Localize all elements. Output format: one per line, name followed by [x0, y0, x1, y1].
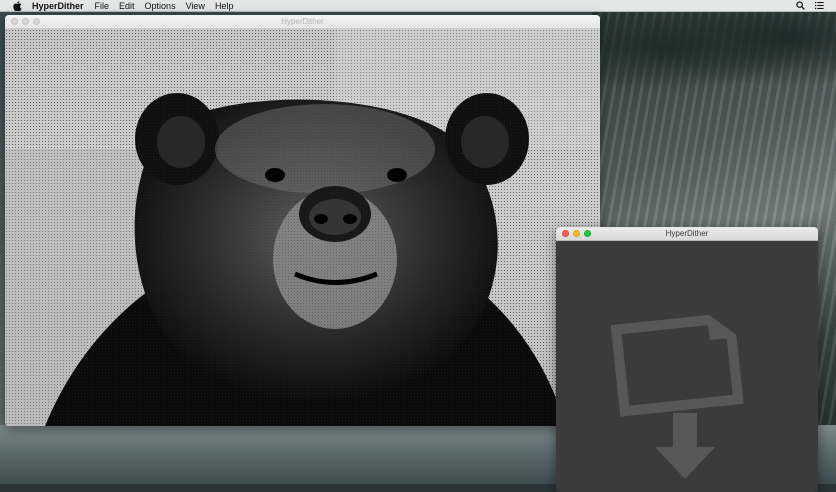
window-controls: [562, 230, 591, 237]
window-controls: [11, 18, 40, 25]
dither-texture: [5, 29, 600, 426]
list-icon[interactable]: [815, 1, 824, 10]
app-name-menu[interactable]: HyperDither: [32, 1, 84, 11]
close-button[interactable]: [562, 230, 569, 237]
drop-file-icon: [611, 314, 744, 478]
menu-help[interactable]: Help: [215, 1, 234, 11]
menubar-extras: [796, 1, 824, 10]
main-window-titlebar[interactable]: HyperDither: [5, 15, 600, 29]
main-window: HyperDither: [5, 15, 600, 426]
drop-zone[interactable]: [556, 241, 818, 492]
menu-edit[interactable]: Edit: [119, 1, 135, 11]
search-icon[interactable]: [796, 1, 805, 10]
menu-bar: HyperDither File Edit Options View Help: [0, 0, 836, 12]
maximize-button[interactable]: [584, 230, 591, 237]
menu-options[interactable]: Options: [145, 1, 176, 11]
maximize-button[interactable]: [33, 18, 40, 25]
drop-window-title: HyperDither: [665, 229, 709, 238]
minimize-button[interactable]: [22, 18, 29, 25]
drop-window-titlebar[interactable]: HyperDither: [556, 227, 818, 241]
close-button[interactable]: [11, 18, 18, 25]
minimize-button[interactable]: [573, 230, 580, 237]
drop-window: HyperDither: [556, 227, 818, 492]
dithered-bear-image: [5, 29, 600, 426]
wallpaper-trees: [590, 10, 836, 100]
main-window-title: HyperDither: [281, 17, 324, 26]
menu-view[interactable]: View: [186, 1, 205, 11]
menu-file[interactable]: File: [95, 1, 110, 11]
apple-icon[interactable]: [10, 0, 24, 11]
